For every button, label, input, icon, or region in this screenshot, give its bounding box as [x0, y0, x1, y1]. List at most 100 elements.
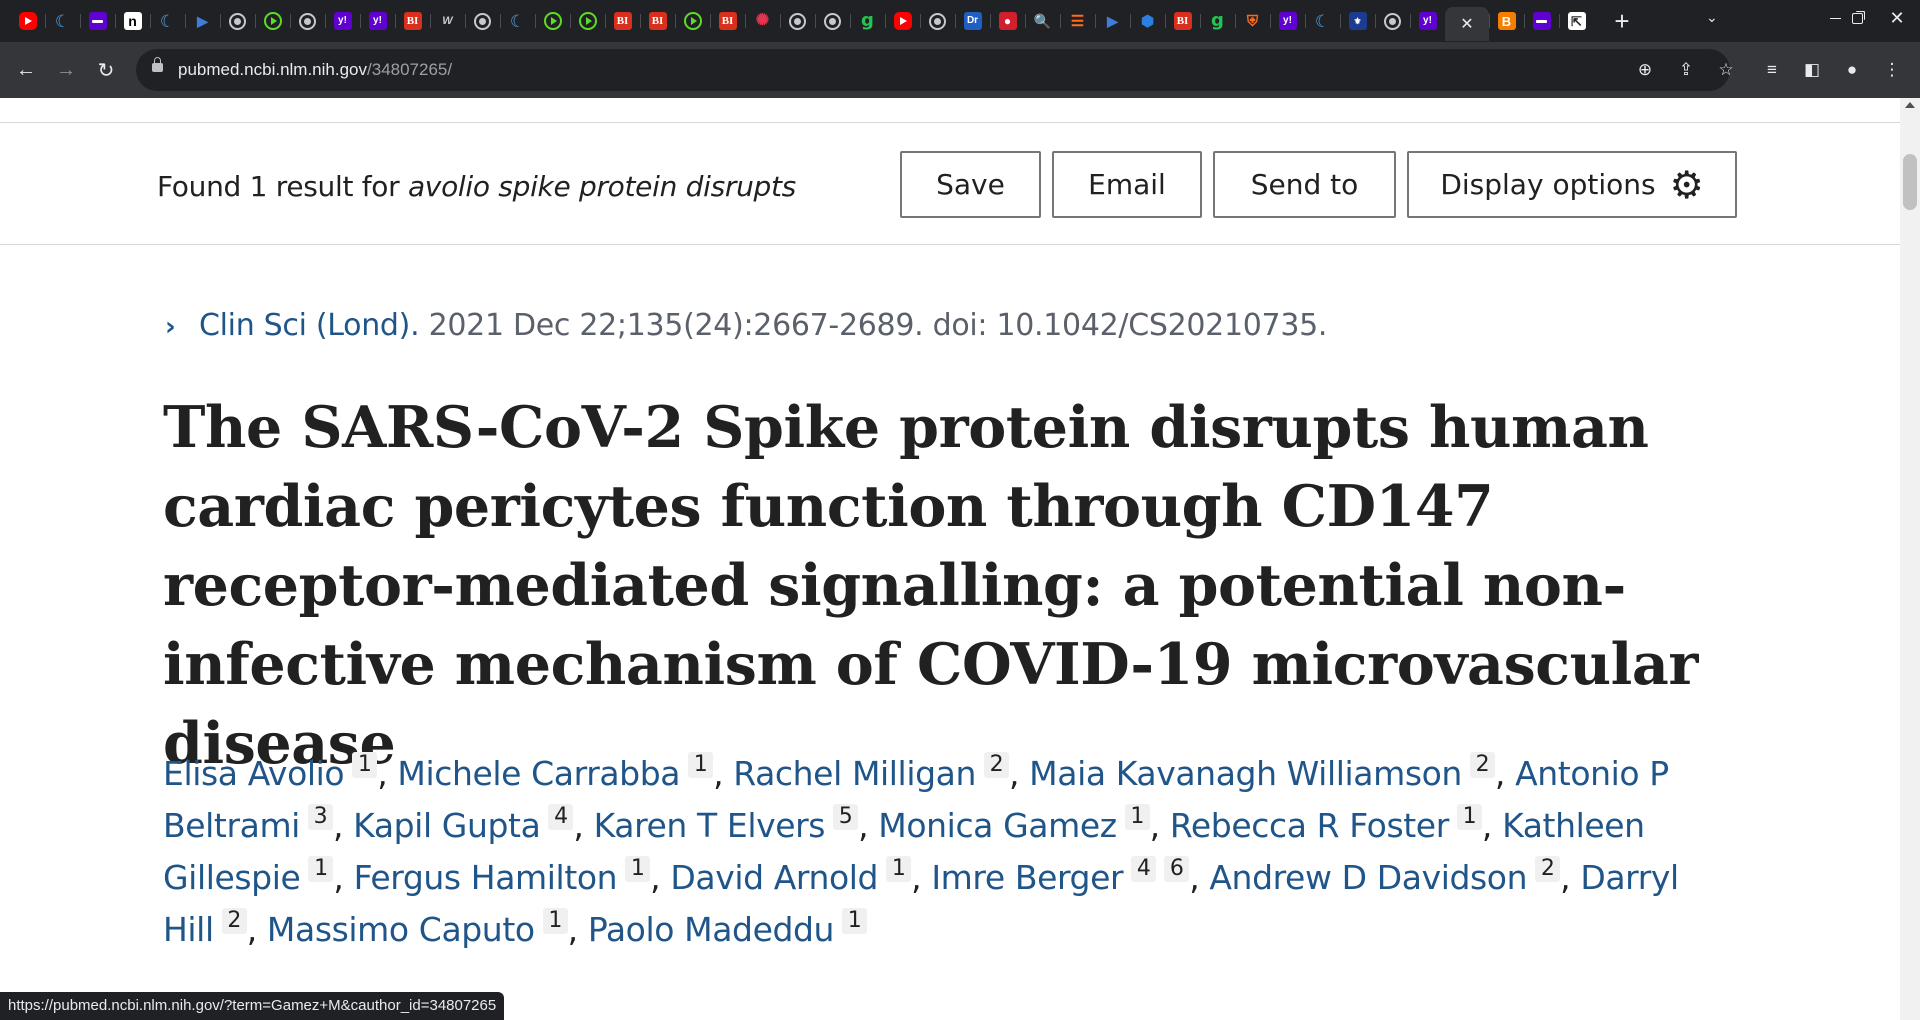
browser-tab[interactable]: ☾: [1305, 7, 1340, 35]
back-arrow-icon[interactable]: ←: [12, 56, 40, 84]
browser-tab[interactable]: ⚜: [1340, 7, 1375, 35]
browser-tab[interactable]: [255, 7, 290, 35]
author-link[interactable]: Kapil Gupta: [353, 806, 541, 845]
author-link[interactable]: Fergus Hamilton: [354, 858, 618, 897]
lock-icon[interactable]: [152, 57, 163, 72]
author-link[interactable]: Monica Gamez: [878, 806, 1117, 845]
affiliation-badge[interactable]: 2: [1469, 752, 1495, 778]
side-panel-icon[interactable]: ◧: [1798, 56, 1826, 84]
browser-tab[interactable]: [570, 7, 605, 35]
tab-search-chevron-icon[interactable]: ⌄: [1706, 9, 1718, 26]
browser-tab[interactable]: ⬢: [1130, 7, 1165, 35]
browser-tab[interactable]: BI: [1165, 7, 1200, 35]
affiliation-badge[interactable]: 2: [221, 908, 247, 934]
browser-tab[interactable]: [535, 7, 570, 35]
chevron-right-icon[interactable]: ›: [165, 312, 176, 342]
browser-tab[interactable]: ✺: [745, 7, 780, 35]
browser-tab[interactable]: BI: [640, 7, 675, 35]
author-link[interactable]: David Arnold: [670, 858, 878, 897]
affiliation-badge[interactable]: 2: [1535, 856, 1561, 882]
author-link[interactable]: Andrew D Davidson: [1209, 858, 1527, 897]
browser-tab[interactable]: g: [850, 7, 885, 35]
browser-tab[interactable]: ▶: [1095, 7, 1130, 35]
browser-tab[interactable]: [1375, 7, 1410, 35]
browser-tab[interactable]: y!: [360, 7, 395, 35]
affiliation-badge[interactable]: 3: [307, 804, 333, 830]
browser-tab[interactable]: [80, 7, 115, 35]
browser-tab[interactable]: BI: [395, 7, 430, 35]
author-link[interactable]: Rebecca R Foster: [1170, 806, 1449, 845]
affiliation-badge[interactable]: 1: [352, 752, 378, 778]
browser-tab[interactable]: y!: [1270, 7, 1305, 35]
browser-tab[interactable]: W: [430, 7, 465, 35]
browser-tab[interactable]: BI: [710, 7, 745, 35]
author-link[interactable]: Rachel Milligan: [733, 754, 976, 793]
journal-link[interactable]: Clin Sci (Lond).: [199, 308, 420, 343]
browser-tab[interactable]: [885, 7, 920, 35]
browser-tab[interactable]: ▶: [185, 7, 220, 35]
reload-icon[interactable]: ↻: [92, 56, 120, 84]
new-tab-plus-icon[interactable]: +: [1608, 8, 1636, 34]
scrollbar-thumb[interactable]: [1903, 154, 1917, 210]
affiliation-badge[interactable]: 4: [548, 804, 574, 830]
author-link[interactable]: Imre Berger: [931, 858, 1123, 897]
save-button[interactable]: Save: [900, 151, 1041, 218]
browser-tab[interactable]: [675, 7, 710, 35]
affiliation-badge[interactable]: 1: [1456, 804, 1482, 830]
scroll-up-arrow-icon[interactable]: [1905, 102, 1915, 108]
browser-tab[interactable]: g: [1200, 7, 1235, 35]
author-link[interactable]: Paolo Madeddu: [588, 910, 835, 949]
affiliation-badge[interactable]: 1: [842, 908, 868, 934]
browser-tab[interactable]: Dr: [955, 7, 990, 35]
page-scrollbar[interactable]: [1900, 98, 1920, 1020]
zoom-icon[interactable]: ⊕: [1633, 58, 1657, 82]
profile-icon[interactable]: ●: [1838, 56, 1866, 84]
browser-tab[interactable]: [290, 7, 325, 35]
affiliation-badge[interactable]: 1: [542, 908, 568, 934]
browser-tab[interactable]: [780, 7, 815, 35]
browser-tab[interactable]: [10, 7, 45, 35]
browser-tab[interactable]: [920, 7, 955, 35]
affiliation-badge[interactable]: 2: [983, 752, 1009, 778]
browser-tab[interactable]: ☾: [500, 7, 535, 35]
author-link[interactable]: Michele Carrabba: [397, 754, 680, 793]
affiliation-badge[interactable]: 5: [833, 804, 859, 830]
browser-tab[interactable]: B: [1489, 7, 1524, 35]
browser-tab[interactable]: ☰: [1060, 7, 1095, 35]
send-to-button[interactable]: Send to: [1213, 151, 1396, 218]
close-window-button[interactable]: ✕: [1874, 0, 1920, 36]
url-text[interactable]: pubmed.ncbi.nlm.nih.gov/34807265/: [178, 60, 452, 80]
share-icon[interactable]: ⇪: [1674, 58, 1698, 82]
browser-tab[interactable]: 🔍: [1025, 7, 1060, 35]
affiliation-badge[interactable]: 1: [1124, 804, 1150, 830]
browser-tab[interactable]: ⇱: [1559, 7, 1594, 35]
browser-tab[interactable]: n: [115, 7, 150, 35]
menu-kebab-icon[interactable]: ⋮: [1878, 56, 1906, 84]
email-button[interactable]: Email: [1052, 151, 1202, 218]
address-bar[interactable]: pubmed.ncbi.nlm.nih.gov/34807265/ ⊕ ⇪ ☆: [136, 49, 1734, 91]
close-tab-icon[interactable]: ✕: [1460, 14, 1473, 34]
author-link[interactable]: Elisa Avolio: [163, 754, 345, 793]
display-options-button[interactable]: Display options ⚙: [1407, 151, 1737, 218]
browser-tab[interactable]: ☾: [45, 7, 80, 35]
active-tab[interactable]: ✕: [1445, 7, 1489, 41]
author-link[interactable]: Massimo Caputo: [267, 910, 535, 949]
author-link[interactable]: Karen T Elvers: [594, 806, 826, 845]
reading-list-icon[interactable]: ≡: [1758, 56, 1786, 84]
browser-tab[interactable]: ⛨: [1235, 7, 1270, 35]
author-link[interactable]: Maia Kavanagh Williamson: [1029, 754, 1462, 793]
browser-tab[interactable]: y!: [325, 7, 360, 35]
affiliation-badge[interactable]: 1: [308, 856, 334, 882]
browser-tab[interactable]: ☾: [150, 7, 185, 35]
browser-tab[interactable]: y!: [1410, 7, 1445, 35]
affiliation-badge[interactable]: 4: [1131, 856, 1157, 882]
affiliation-badge[interactable]: 1: [625, 856, 651, 882]
browser-tab[interactable]: BI: [605, 7, 640, 35]
browser-tab[interactable]: [815, 7, 850, 35]
bookmark-star-icon[interactable]: ☆: [1714, 58, 1738, 82]
browser-tab[interactable]: ●: [990, 7, 1025, 35]
browser-tab[interactable]: [1524, 7, 1559, 35]
browser-tab[interactable]: [220, 7, 255, 35]
affiliation-badge[interactable]: 1: [688, 752, 714, 778]
affiliation-badge[interactable]: 1: [886, 856, 912, 882]
